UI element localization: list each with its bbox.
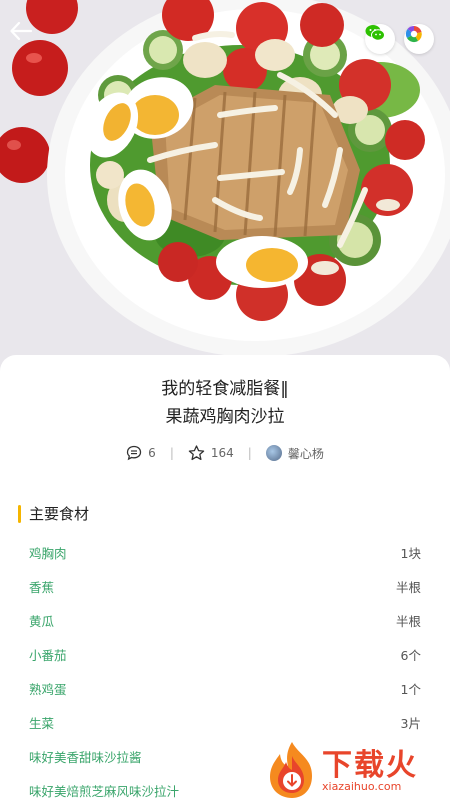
favorites-count: 164 (210, 446, 234, 460)
ingredient-name: 生菜 (29, 715, 55, 731)
ingredient-quantity: 1块 (400, 545, 421, 561)
flame-logo-icon (270, 742, 312, 798)
ingredient-row[interactable]: 小番茄 6个 (0, 637, 450, 671)
comments-count: 6 (148, 446, 156, 460)
author-avatar (265, 445, 282, 461)
share-moments-button[interactable] (404, 24, 434, 54)
back-arrow-icon (10, 22, 32, 40)
ingredient-row[interactable]: 鸡胸肉 1块 (0, 535, 450, 569)
favorites-stat[interactable]: 164 (188, 445, 234, 461)
ingredient-quantity: 6个 (400, 647, 421, 663)
watermark-text: 下载火 (322, 748, 418, 783)
recipe-meta: 6 | 164 | 馨心杨 (0, 443, 450, 463)
watermark-logo: 下载火 xiazaihuo.com (264, 740, 450, 800)
ingredient-row[interactable]: 生菜 3片 (0, 705, 450, 739)
author-info[interactable]: 馨心杨 (265, 445, 324, 462)
comments-stat[interactable]: 6 (126, 445, 156, 461)
ingredient-row[interactable]: 香蕉 半根 (0, 569, 450, 603)
salad-illustration (0, 0, 450, 380)
ingredient-name: 香蕉 (29, 579, 55, 595)
comment-icon (127, 445, 142, 461)
author-name: 馨心杨 (287, 446, 324, 461)
meta-divider: | (247, 446, 252, 460)
ingredient-name: 味好美焙煎芝麻风味沙拉汁 (29, 783, 180, 799)
wechat-icon (365, 25, 385, 41)
ingredient-quantity: 半根 (395, 579, 421, 595)
ingredient-row[interactable]: 黄瓜 半根 (0, 603, 450, 637)
ingredients-section-title: 主要食材 (29, 505, 90, 523)
ingredient-quantity: 半根 (395, 613, 421, 629)
ingredient-row[interactable]: 熟鸡蛋 1个 (0, 671, 450, 705)
recipe-card: 我的轻食减脂餐‖ 果蔬鸡胸肉沙拉 6 | 164 | 馨心杨 主要食材 鸡胸肉 … (0, 355, 450, 800)
ingredient-name: 味好美香甜味沙拉酱 (29, 749, 142, 765)
recipe-hero-photo (0, 0, 450, 380)
recipe-title-line1: 我的轻食减脂餐‖ (161, 379, 289, 399)
share-wechat-button[interactable] (365, 24, 395, 54)
ingredient-name: 小番茄 (29, 647, 67, 663)
ingredient-quantity: 1个 (400, 681, 421, 697)
ingredient-name: 黄瓜 (29, 613, 55, 629)
watermark-url: xiazaihuo.com (322, 780, 402, 793)
meta-divider: | (169, 446, 174, 460)
ingredient-name: 熟鸡蛋 (29, 681, 67, 697)
ingredient-quantity: 3片 (400, 715, 421, 731)
back-button[interactable] (10, 22, 46, 58)
section-accent-bar (18, 504, 21, 523)
ingredients-section-header: 主要食材 (18, 503, 89, 524)
moments-icon (405, 25, 422, 43)
recipe-title-line2: 果蔬鸡胸肉沙拉 (165, 407, 285, 427)
ingredient-name: 鸡胸肉 (29, 545, 67, 561)
star-icon (188, 445, 205, 461)
